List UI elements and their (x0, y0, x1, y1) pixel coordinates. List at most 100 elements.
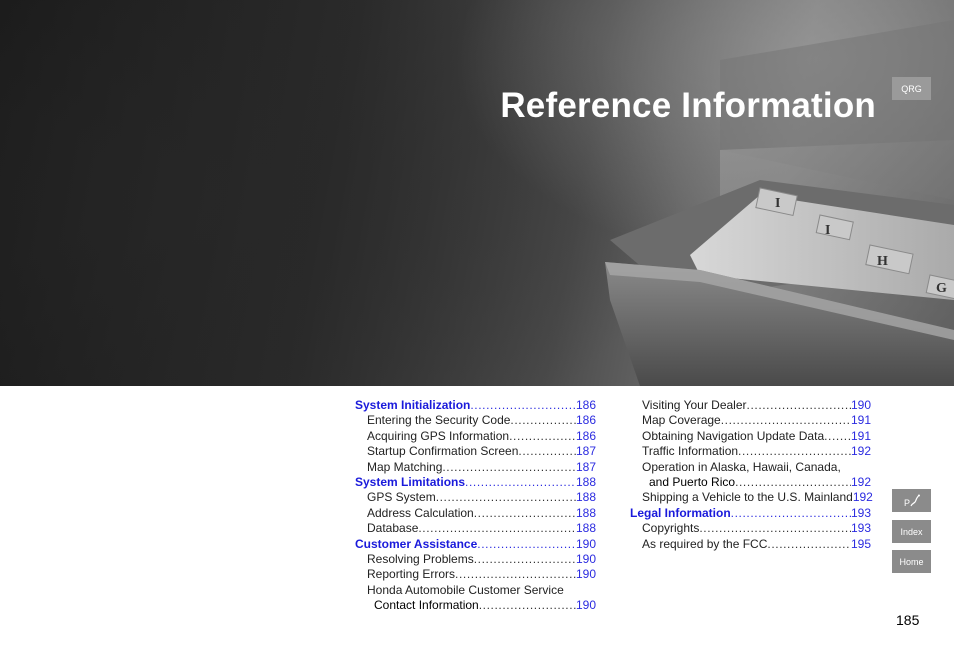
toc-entry[interactable]: and Puerto Rico 192 (630, 475, 871, 490)
toc-entry-label: Honda Automobile Customer Service (367, 582, 564, 597)
toc-page-link[interactable]: 190 (576, 598, 596, 613)
toc-entry[interactable]: Contact Information 190 (355, 598, 596, 613)
toc-page-link[interactable]: 188 (576, 475, 596, 490)
toc-page-link[interactable]: 191 (851, 429, 871, 444)
toc-section-link[interactable]: System Initialization 186 (355, 398, 596, 413)
toc-entry[interactable]: Entering the Security Code 186 (355, 413, 596, 428)
toc-page-link[interactable]: 192 (853, 490, 873, 505)
toc-entry-label: Contact Information (374, 598, 479, 613)
toc-entry: Operation in Alaska, Hawaii, Canada, (630, 460, 871, 475)
toc-entry[interactable]: Address Calculation 188 (355, 506, 596, 521)
toc-entry[interactable]: Acquiring GPS Information 186 (355, 429, 596, 444)
toc-entry[interactable]: Obtaining Navigation Update Data 191 (630, 429, 871, 444)
navigation-icon: P (904, 494, 920, 508)
toc-entry[interactable]: Traffic Information 192 (630, 444, 871, 459)
toc-page-link[interactable]: 190 (576, 552, 596, 567)
svg-text:P: P (904, 498, 910, 508)
toc-entry[interactable]: GPS System 188 (355, 490, 596, 505)
toc-section-link[interactable]: System Limitations 188 (355, 475, 596, 490)
toc-leader-dots (455, 567, 576, 582)
toc-leader-dots (479, 598, 576, 613)
toc-entry-label: Customer Assistance (355, 536, 478, 551)
toc-entry[interactable]: Visiting Your Dealer 190 (630, 398, 871, 413)
file-drawer-illustration: I I H G (605, 20, 954, 386)
toc-page-link[interactable]: 195 (851, 537, 871, 552)
toc-leader-dots (738, 444, 851, 459)
toc-entry-label: Reporting Errors (367, 567, 456, 582)
toc-entry-label: Resolving Problems (367, 551, 474, 566)
toc-entry-label: Address Calculation (367, 505, 474, 520)
toc-leader-dots (418, 521, 576, 536)
svg-text:I: I (775, 196, 780, 211)
toc-page-link[interactable]: 188 (576, 506, 596, 521)
svg-text:I: I (825, 223, 830, 238)
toc-leader-dots (518, 444, 576, 459)
hero-banner: I I H G Reference Information (0, 0, 954, 386)
toc-page-link[interactable]: 186 (576, 398, 596, 413)
toc-entry[interactable]: Reporting Errors 190 (355, 567, 596, 582)
toc-entry-label: Visiting Your Dealer (642, 398, 747, 412)
toc-section-link[interactable]: Legal Information 193 (630, 506, 871, 521)
toc-entry: Honda Automobile Customer Service (355, 583, 596, 598)
toc-page-link[interactable]: 192 (851, 444, 871, 459)
toc-entry[interactable]: As required by the FCC 195 (630, 537, 871, 552)
toc-leader-dots (436, 490, 576, 505)
toc-section-link[interactable]: Customer Assistance 190 (355, 537, 596, 552)
toc-page-link[interactable]: 193 (851, 521, 871, 536)
toc-entry-label: Obtaining Navigation Update Data (642, 428, 825, 443)
toc-left-column: System Initialization186Entering the Sec… (355, 398, 596, 613)
toc-page-link[interactable]: 190 (576, 537, 596, 552)
toc-page-link[interactable]: 190 (851, 398, 871, 413)
toc-entry[interactable]: Resolving Problems 190 (355, 552, 596, 567)
toc-entry[interactable]: Map Matching 187 (355, 460, 596, 475)
toc-leader-dots (721, 413, 851, 428)
toc-entry-label: Map Coverage (642, 413, 721, 428)
toc-page-link[interactable]: 186 (576, 429, 596, 444)
toc-leader-dots (747, 398, 851, 413)
toc-page-link[interactable]: 187 (576, 444, 596, 459)
svg-text:H: H (877, 254, 888, 269)
toc-page-link[interactable]: 187 (576, 460, 596, 475)
toc-leader-dots (767, 537, 851, 552)
toc-leader-dots (474, 552, 576, 567)
toc-leader-dots (509, 429, 576, 444)
toc-page-link[interactable]: 188 (576, 521, 596, 536)
toc-page-link[interactable]: 186 (576, 413, 596, 428)
toc-entry[interactable]: Database 188 (355, 521, 596, 536)
toc-page-link[interactable]: 191 (851, 413, 871, 428)
toc-entry[interactable]: Startup Confirmation Screen 187 (355, 444, 596, 459)
toc-entry-label: Map Matching (367, 459, 443, 474)
qrg-tab[interactable]: QRG (892, 77, 931, 100)
toc-page-link[interactable]: 192 (851, 475, 871, 490)
toc-page-link[interactable]: 188 (576, 490, 596, 505)
toc-leader-dots (442, 460, 576, 475)
toc-entry-label: Copyrights (642, 521, 700, 536)
page-number: 185 (896, 612, 920, 628)
page-title: Reference Information (500, 86, 876, 125)
toc-leader-dots (477, 537, 576, 552)
toc-entry[interactable]: Shipping a Vehicle to the U.S. Mainland 1… (630, 490, 873, 505)
toc-entry-label: and Puerto Rico (649, 474, 736, 489)
toc-entry-label: Operation in Alaska, Hawaii, Canada, (642, 459, 841, 474)
navigation-tab[interactable]: P (892, 489, 931, 512)
toc-leader-dots (510, 413, 576, 428)
toc-entry-label: Acquiring GPS Information (367, 428, 510, 443)
toc-page-link[interactable]: 193 (851, 506, 871, 521)
toc-entry-label: Entering the Security Code (367, 413, 511, 428)
toc-entry[interactable]: Map Coverage 191 (630, 413, 871, 428)
toc-entry[interactable]: Copyrights 193 (630, 521, 871, 536)
toc-leader-dots (731, 506, 851, 521)
toc-entry-label: GPS System (367, 490, 436, 505)
index-tab[interactable]: Index (892, 520, 931, 543)
toc-leader-dots (735, 475, 851, 490)
toc-right-column: Visiting Your Dealer190Map Coverage191Ob… (630, 398, 873, 552)
toc-leader-dots (474, 506, 576, 521)
toc-leader-dots (824, 429, 851, 444)
toc-entry-label: Shipping a Vehicle to the U.S. Mainland (642, 490, 853, 505)
toc-page-link[interactable]: 190 (576, 567, 596, 582)
toc-entry-label: Startup Confirmation Screen (367, 444, 519, 459)
toc-entry-label: Database (367, 521, 419, 536)
toc-entry-label: As required by the FCC (642, 536, 768, 551)
toc-leader-dots (465, 475, 576, 490)
home-tab[interactable]: Home (892, 550, 931, 573)
